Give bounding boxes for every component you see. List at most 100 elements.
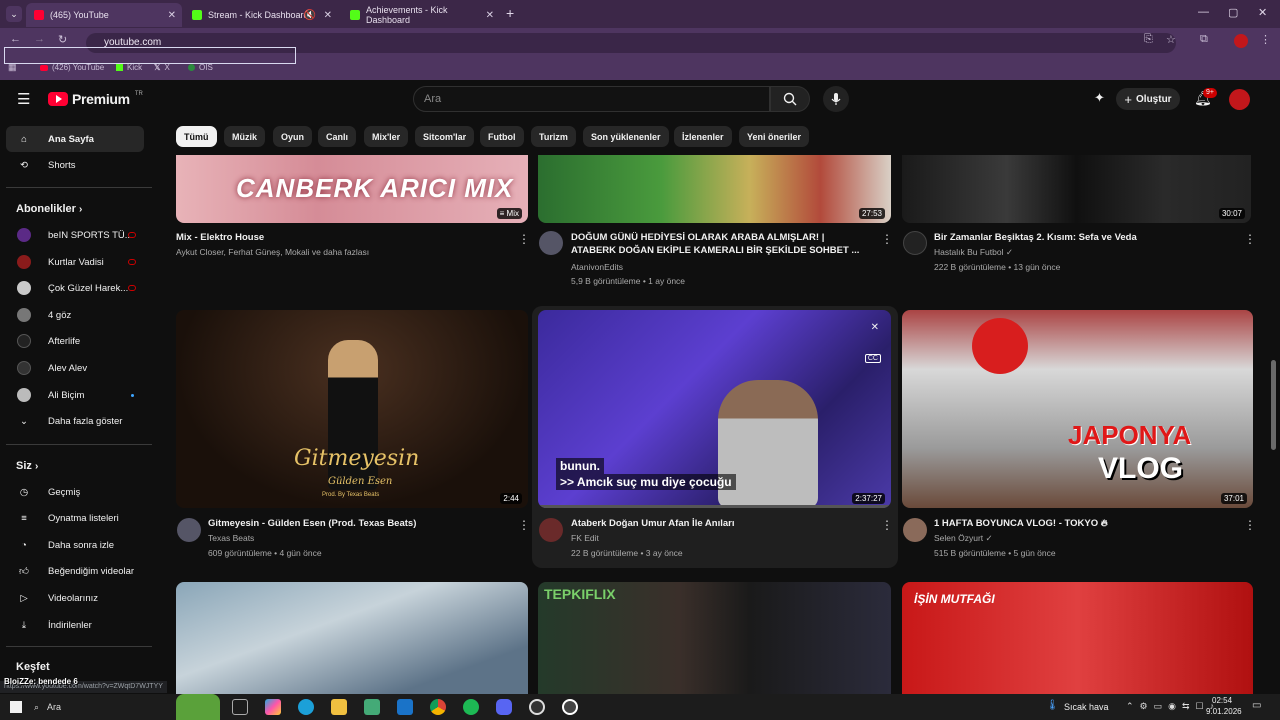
video-channel[interactable]: FK Edit <box>571 532 599 545</box>
sidebar-item-sub[interactable]: 4 göz <box>6 302 144 328</box>
windows-start-icon[interactable] <box>10 701 22 713</box>
video-thumbnail[interactable]: İŞİN MUTFAĞI <box>902 582 1253 694</box>
more-options-icon[interactable]: ⋮ <box>881 233 893 245</box>
channel-avatar[interactable] <box>903 231 927 255</box>
calculator-icon[interactable] <box>364 699 380 715</box>
channel-avatar[interactable] <box>539 231 563 255</box>
discord-icon[interactable] <box>496 699 512 715</box>
mute-icon[interactable]: ✕ <box>871 322 879 333</box>
reload-icon[interactable]: ↻ <box>58 33 67 46</box>
sidebar-item-playlists[interactable]: ≡ Oynatma listeleri <box>6 505 144 531</box>
video-channel[interactable]: Texas Beats <box>208 532 254 545</box>
page-scrollbar[interactable] <box>1271 360 1276 450</box>
search-input[interactable]: Ara <box>413 86 770 112</box>
closed-captions-icon[interactable]: CC <box>864 354 881 363</box>
task-view-icon[interactable] <box>232 699 248 715</box>
account-avatar[interactable] <box>1229 89 1250 110</box>
video-channel[interactable]: AtanivonEdits <box>571 261 623 274</box>
sidebar-item-sub[interactable]: Çok Güzel Harek... <box>6 275 144 301</box>
video-thumbnail[interactable]: 27:53 <box>538 155 891 223</box>
search-button[interactable] <box>770 86 810 112</box>
sidebar-item-history[interactable]: ◷ Geçmiş <box>6 479 144 505</box>
video-thumbnail[interactable]: JAPONYA VLOG 37:01 <box>902 310 1253 508</box>
sidebar-item-sub[interactable]: Alev Alev <box>6 355 144 381</box>
more-options-icon[interactable]: ⋮ <box>518 519 530 531</box>
sidebar-item-watch-later[interactable]: ◔ Daha sonra izle <box>6 532 144 558</box>
outlook-icon[interactable] <box>397 699 413 715</box>
youtube-premium-logo[interactable]: Premium TR <box>48 91 143 107</box>
chip-music[interactable]: Müzik <box>224 126 266 147</box>
progress-bar[interactable] <box>538 505 891 508</box>
more-options-icon[interactable]: ⋮ <box>518 233 530 245</box>
video-title[interactable]: Bir Zamanlar Beşiktaş 2. Kısım: Sefa ve … <box>934 231 1234 244</box>
edge-icon[interactable] <box>298 699 314 715</box>
video-thumbnail[interactable]: TEPKIFLIX <box>538 582 891 694</box>
bookmark-ois[interactable]: OIS <box>188 63 213 72</box>
chip-gaming[interactable]: Oyun <box>273 126 313 147</box>
spotify-icon[interactable] <box>463 699 479 715</box>
you-heading[interactable]: Siz › <box>16 460 38 472</box>
hamburger-menu-icon[interactable]: ☰ <box>17 90 30 108</box>
tab-youtube[interactable]: (465) YouTube ✕ <box>26 3 182 27</box>
sidebar-item-sub[interactable]: Kurtlar Vadisi <box>6 249 144 275</box>
video-channel[interactable]: Hastalık Bu Futbol ✓ <box>934 246 1013 259</box>
notification-center-icon[interactable]: ▭ <box>1252 700 1261 711</box>
tab-kick-achievements[interactable]: Achievements - Kick Dashboard ✕ <box>342 3 500 27</box>
more-options-icon[interactable]: ⋮ <box>1244 519 1256 531</box>
sidebar-item-your-videos[interactable]: ▷ Videolarınız <box>6 585 144 611</box>
tab-search-icon[interactable]: ⌄ <box>6 6 22 22</box>
chip-all[interactable]: Tümü <box>176 126 217 147</box>
video-thumbnail[interactable]: bunun. >> Amcık suç mu diye çocuğu CC ✕ … <box>538 310 891 508</box>
channel-avatar[interactable] <box>903 518 927 542</box>
back-icon[interactable]: ← <box>10 33 21 45</box>
sparkle-icon[interactable]: ✦ <box>1094 90 1105 106</box>
chip-new-to-you[interactable]: Yeni öneriler <box>739 126 810 147</box>
chip-watched[interactable]: İzlenenler <box>674 126 732 147</box>
close-tab-icon[interactable]: ✕ <box>168 10 176 21</box>
bookmark-kick[interactable]: Kick <box>116 63 142 72</box>
subscriptions-heading[interactable]: Abonelikler › <box>16 203 82 215</box>
video-channel[interactable]: Aykut Closer, Ferhat Güneş, Mokali ve da… <box>176 246 506 259</box>
video-title[interactable]: Gitmeyesin - Gülden Esen (Prod. Texas Be… <box>208 517 508 530</box>
extensions-icon[interactable]: ⧉ <box>1200 33 1208 46</box>
video-title[interactable]: 1 HAFTA BOYUNCA VLOG! - TOKYO 🔥︎ <box>934 517 1234 530</box>
restore-icon[interactable]: ▢ <box>1228 6 1238 19</box>
copilot-icon[interactable] <box>265 699 281 715</box>
taskbar-search[interactable]: ⌕ Ara <box>34 698 170 716</box>
clock-date[interactable]: 9.01.2026 <box>1206 707 1242 716</box>
video-thumbnail[interactable]: CANBERK ARICI MIX ≡ Mix <box>176 155 528 223</box>
sidebar-item-sub[interactable]: Afterlife <box>6 328 144 354</box>
video-thumbnail[interactable] <box>176 582 528 694</box>
channel-avatar[interactable] <box>177 518 201 542</box>
video-channel[interactable]: Selen Özyurt ✓ <box>934 532 993 545</box>
bookmark-star-icon[interactable]: ☆ <box>1166 33 1176 46</box>
chip-tourism[interactable]: Turizm <box>531 126 576 147</box>
weather-label[interactable]: Sıcak hava <box>1064 702 1109 712</box>
channel-avatar[interactable] <box>539 518 563 542</box>
chip-sitcoms[interactable]: Sitcom'lar <box>415 126 475 147</box>
sidebar-item-sub[interactable]: beIN SPORTS TÜ... <box>6 222 144 248</box>
browser-menu-icon[interactable]: ⋮ <box>1260 33 1271 46</box>
show-more-button[interactable]: ⌄ Daha fazla göster <box>6 408 144 434</box>
sidebar-item-sub[interactable]: Ali Biçim <box>6 382 144 408</box>
close-tab-icon[interactable]: ✕ <box>324 10 332 21</box>
sidebar-item-downloads[interactable]: ⤓ İndirilenler <box>6 612 144 638</box>
voice-search-button[interactable] <box>823 86 849 112</box>
video-thumbnail[interactable]: Gitmeyesin Gülden Esen Prod. By Texas Be… <box>176 310 528 508</box>
minimize-icon[interactable]: — <box>1198 6 1209 18</box>
chip-football[interactable]: Futbol <box>480 126 524 147</box>
sidebar-item-shorts[interactable]: ⟲ Shorts <box>6 152 144 178</box>
clock-time[interactable]: 02:54 <box>1212 696 1232 705</box>
chip-mixes[interactable]: Mix'ler <box>364 126 409 147</box>
bookmark-x[interactable]: 𝕏X <box>154 63 170 72</box>
chrome-icon[interactable] <box>430 699 446 715</box>
forward-icon[interactable]: → <box>34 33 45 45</box>
video-title[interactable]: Ataberk Doğan Umur Afan İle Anıları <box>571 517 871 530</box>
close-window-icon[interactable]: ✕ <box>1258 6 1267 19</box>
tab-kick-stream[interactable]: Stream - Kick Dashboard 🔇 ✕ <box>184 3 338 27</box>
new-tab-icon[interactable]: + <box>506 5 514 21</box>
video-title[interactable]: DOĞUM GÜNÜ HEDİYESİ OLARAK ARABA ALMIŞLA… <box>571 231 871 257</box>
obs-icon[interactable] <box>529 699 545 715</box>
video-thumbnail[interactable]: 30:07 <box>902 155 1251 223</box>
app-icon[interactable] <box>562 699 578 715</box>
